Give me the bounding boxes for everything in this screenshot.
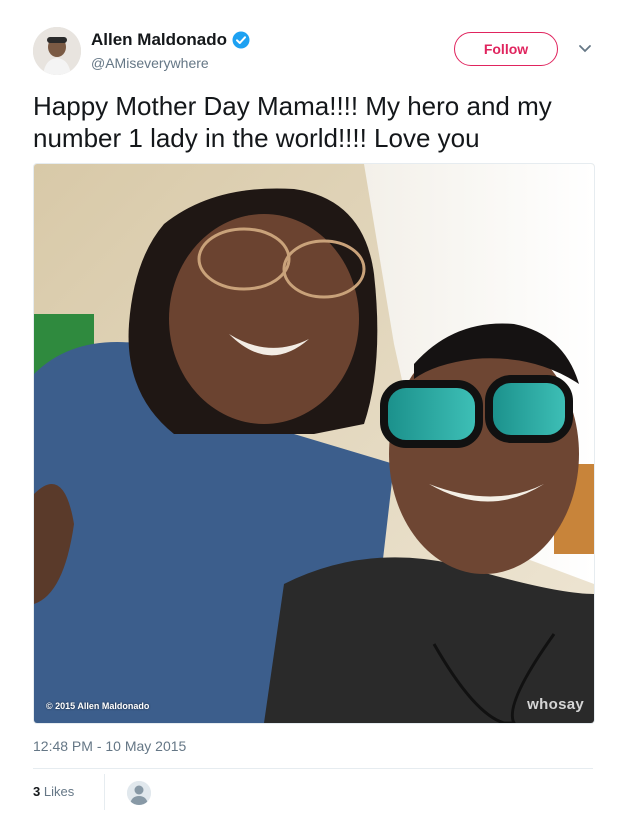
author-name-row: Allen Maldonado [91,30,250,50]
tweet-header: Allen Maldonado @AMiseverywhere Follow [0,0,623,90]
likes-label: Likes [43,784,75,799]
default-avatar-icon[interactable] [127,781,151,805]
follow-button[interactable]: Follow [454,32,558,66]
tweet-text: Happy Mother Day Mama!!!! My hero and my… [33,91,552,153]
divider [33,768,593,769]
chevron-down-icon[interactable] [576,42,594,56]
photo-watermark: whosay [527,696,584,713]
divider-vertical [104,774,105,810]
author-name[interactable]: Allen Maldonado [91,30,227,50]
likes-count[interactable]: 3 Likes [33,784,74,799]
tweet-photo[interactable]: © 2015 Allen Maldonado whosay [33,163,595,724]
photo-copyright: © 2015 Allen Maldonado [46,701,150,711]
tweet-timestamp[interactable]: 12:48 PM - 10 May 2015 [33,738,186,754]
verified-badge-icon [232,31,250,49]
author-handle[interactable]: @AMiseverywhere [91,55,209,71]
author-avatar[interactable] [33,27,81,75]
likes-number: 3 [33,784,41,799]
